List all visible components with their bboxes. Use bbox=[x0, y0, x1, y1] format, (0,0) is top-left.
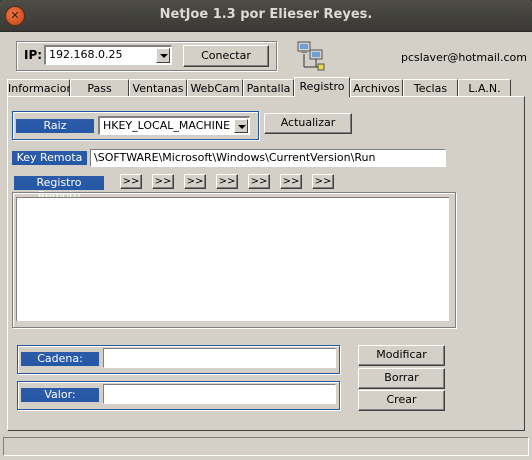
tab-ventanas[interactable]: Ventanas bbox=[129, 79, 187, 96]
connect-button[interactable]: Conectar bbox=[183, 45, 269, 67]
tab-informacion[interactable]: Informacion bbox=[7, 79, 73, 96]
ip-label: IP: bbox=[24, 48, 43, 62]
tab-pass[interactable]: Pass bbox=[70, 79, 129, 96]
status-bar bbox=[3, 437, 529, 456]
tab-archivos[interactable]: Archivos bbox=[350, 79, 403, 96]
chevron-down-icon[interactable] bbox=[156, 48, 170, 63]
contact-email: pcslaver@hotmail.com bbox=[401, 51, 527, 64]
window-title: NetJoe 1.3 por Elieser Reyes. bbox=[159, 7, 373, 22]
key-remota-input[interactable]: \SOFTWARE\Microsoft\Windows\CurrentVersi… bbox=[90, 149, 446, 167]
registry-nav-button[interactable]: >> bbox=[280, 174, 302, 189]
registry-nav-button[interactable]: >> bbox=[312, 174, 334, 189]
tab-registro[interactable]: Registro bbox=[294, 77, 350, 97]
registry-nav-button[interactable]: >> bbox=[248, 174, 270, 189]
cadena-input[interactable] bbox=[103, 348, 336, 368]
cadena-label: Cadena: bbox=[21, 352, 99, 366]
raiz-value: HKEY_LOCAL_MACHINE bbox=[103, 119, 231, 132]
app-window: ✕ NetJoe 1.3 por Elieser Reyes. IP: 192.… bbox=[0, 0, 532, 460]
registry-list[interactable] bbox=[16, 197, 449, 321]
ip-combobox[interactable]: 192.168.0.25 bbox=[44, 45, 172, 65]
valor-input[interactable] bbox=[103, 384, 336, 404]
modify-button[interactable]: Modificar bbox=[358, 345, 445, 366]
create-button[interactable]: Crear bbox=[358, 390, 445, 411]
tab-webcam[interactable]: WebCam bbox=[187, 79, 243, 96]
title-bar: ✕ NetJoe 1.3 por Elieser Reyes. bbox=[0, 0, 532, 32]
key-remota-label: Key Remota bbox=[12, 151, 87, 165]
registry-nav-button[interactable]: >> bbox=[152, 174, 174, 189]
registro-remoto-label: Registro Remoto bbox=[14, 176, 104, 202]
network-computers-icon bbox=[296, 40, 330, 72]
registry-nav-button[interactable]: >> bbox=[184, 174, 206, 189]
raiz-combobox[interactable]: HKEY_LOCAL_MACHINE bbox=[98, 116, 250, 135]
update-button[interactable]: Actualizar bbox=[264, 113, 352, 134]
ip-value: 192.168.0.25 bbox=[49, 48, 123, 61]
tab-teclas[interactable]: Teclas bbox=[403, 79, 458, 96]
registry-nav-button[interactable]: >> bbox=[120, 174, 142, 189]
valor-label: Valor: bbox=[21, 388, 99, 402]
tab-pantalla[interactable]: Pantalla bbox=[243, 79, 294, 96]
raiz-label: Raiz bbox=[16, 119, 94, 133]
tab-l-a-n[interactable]: L.A.N. bbox=[458, 79, 511, 96]
chevron-down-icon[interactable] bbox=[234, 119, 248, 133]
delete-button[interactable]: Borrar bbox=[358, 368, 445, 389]
registry-nav-button[interactable]: >> bbox=[216, 174, 238, 189]
